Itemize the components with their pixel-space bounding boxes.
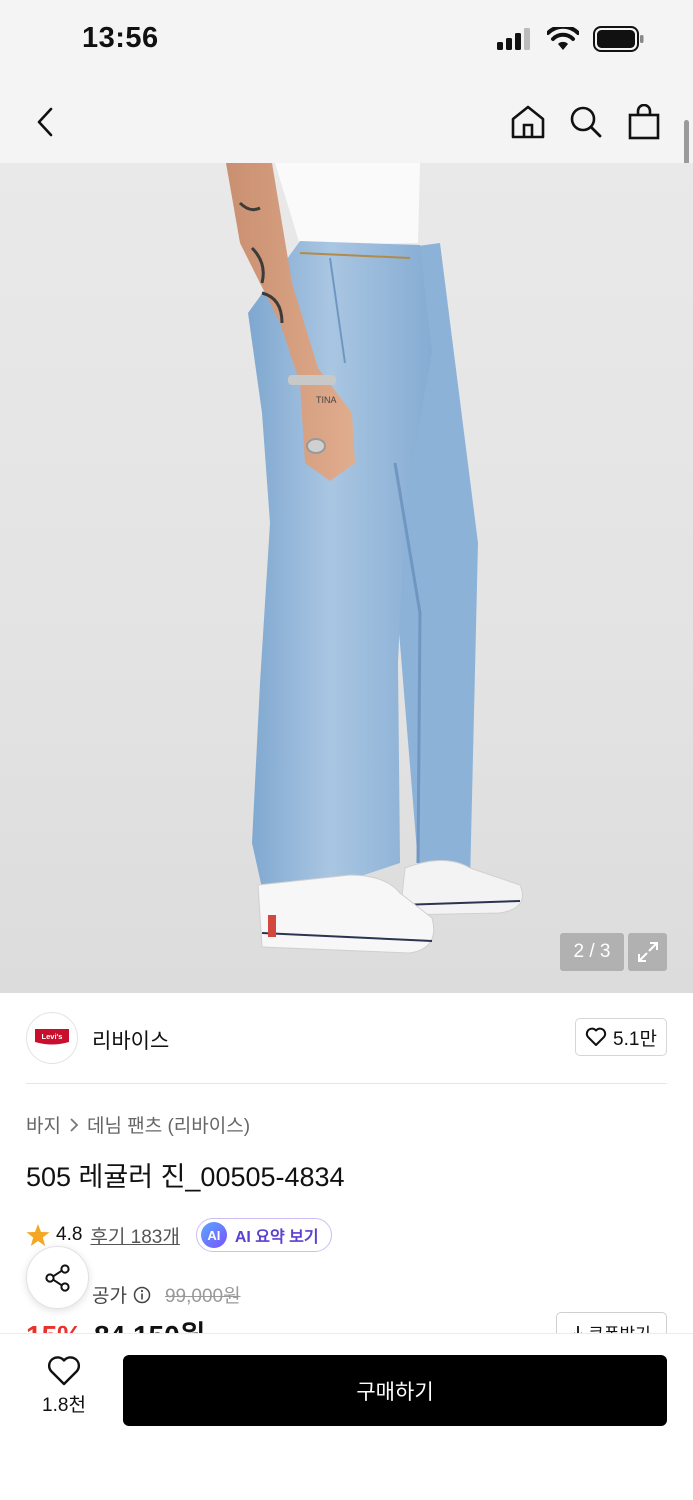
ai-summary-button[interactable]: AI AI 요약 보기 xyxy=(195,1218,332,1252)
rating-row: 4.8 후기 183개 AI AI 요약 보기 xyxy=(26,1217,332,1253)
bag-icon xyxy=(628,104,660,140)
info-icon[interactable] xyxy=(133,1286,151,1304)
search-icon xyxy=(570,106,602,138)
buy-button[interactable]: 구매하기 xyxy=(123,1355,667,1426)
tattoo-text: TINA xyxy=(316,395,337,405)
heart-icon xyxy=(47,1356,81,1386)
status-bar: 13:56 xyxy=(0,0,693,82)
image-counter: 2 / 3 xyxy=(560,933,624,971)
heart-icon xyxy=(585,1027,607,1046)
star-icon xyxy=(26,1224,50,1246)
review-link[interactable]: 후기 183개 xyxy=(90,1222,179,1249)
rating-value: 4.8 xyxy=(56,1224,83,1245)
back-icon xyxy=(37,107,53,137)
jeans-photo: TINA xyxy=(226,163,523,954)
status-time: 13:56 xyxy=(82,22,159,54)
price-label: 공가 xyxy=(92,1286,127,1307)
brand-like-count: 5.1만 xyxy=(613,1028,657,1050)
product-title: 505 레귤러 진_00505-4834 xyxy=(26,1162,345,1192)
top-navigation xyxy=(0,82,693,164)
home-button[interactable] xyxy=(504,98,552,146)
breadcrumb-category[interactable]: 바지 xyxy=(26,1111,61,1138)
bag-button[interactable] xyxy=(620,98,668,146)
wifi-icon xyxy=(547,27,579,50)
wishlist-count: 1.8천 xyxy=(42,1395,86,1416)
breadcrumb: 바지 데님 팬츠 (리바이스) xyxy=(26,1111,250,1138)
chevron-right-icon xyxy=(70,1117,79,1132)
divider xyxy=(26,1083,667,1084)
back-button[interactable] xyxy=(22,98,70,146)
bottom-bar: 1.8천 구매하기 xyxy=(0,1333,693,1500)
svg-text:Levi's: Levi's xyxy=(42,1032,63,1041)
expand-icon xyxy=(637,942,658,962)
battery-icon xyxy=(593,26,644,52)
home-icon xyxy=(511,105,545,139)
share-icon xyxy=(44,1263,70,1292)
status-icons xyxy=(497,26,645,52)
brand-name[interactable]: 리바이스 xyxy=(92,1025,169,1055)
signal-icon xyxy=(497,28,530,50)
levis-logo: Levi's xyxy=(35,1029,69,1045)
brand-like-button[interactable]: 5.1만 xyxy=(575,1018,667,1056)
product-image[interactable]: TINA xyxy=(0,163,693,993)
share-button[interactable] xyxy=(26,1246,89,1309)
ai-summary-label: AI 요약 보기 xyxy=(234,1229,319,1246)
wishlist-button[interactable]: 1.8천 xyxy=(30,1356,98,1422)
search-button[interactable] xyxy=(562,98,610,146)
original-price: 99,000원 xyxy=(164,1286,241,1307)
ai-icon: AI xyxy=(200,1222,227,1248)
expand-button[interactable] xyxy=(628,933,667,971)
brand-row: Levi's 리바이스 5.1만 xyxy=(26,1012,667,1064)
brand-logo[interactable]: Levi's xyxy=(26,1012,78,1064)
breadcrumb-subcategory[interactable]: 데님 팬츠 (리바이스) xyxy=(87,1111,250,1138)
